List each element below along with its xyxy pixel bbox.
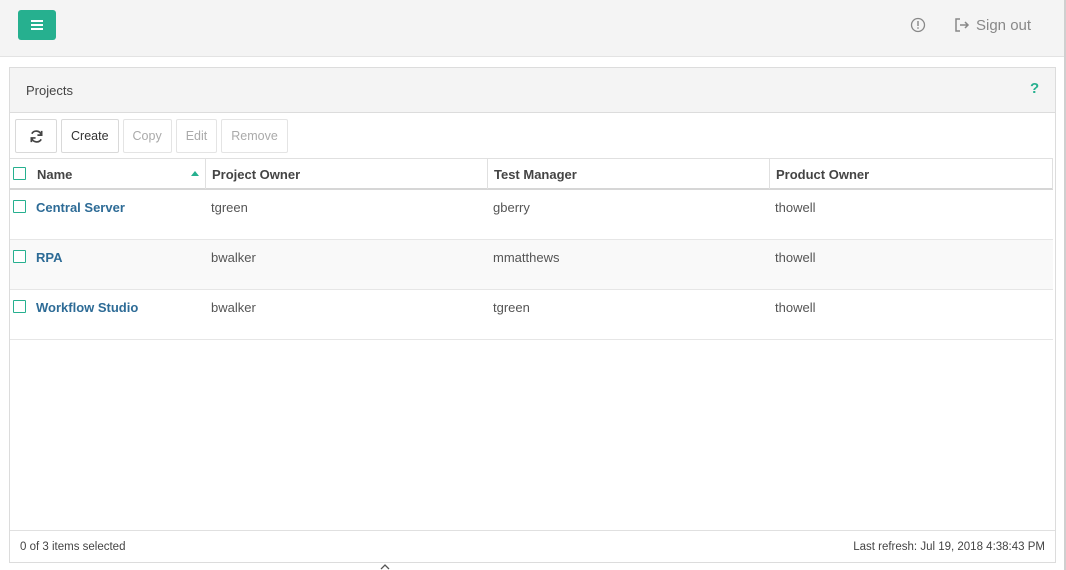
table-row[interactable]: Central Server tgreen gberry thowell (10, 190, 1053, 240)
column-header-name[interactable]: Name (31, 159, 206, 189)
sign-out-icon (955, 18, 970, 32)
test-manager-cell: gberry (493, 200, 530, 215)
test-manager-cell: tgreen (493, 300, 530, 315)
project-owner-cell: bwalker (211, 250, 256, 265)
project-name-link[interactable]: Central Server (36, 200, 125, 215)
project-name-link[interactable]: RPA (36, 250, 62, 265)
row-checkbox[interactable] (13, 300, 26, 313)
column-header-product-owner[interactable]: Product Owner (770, 159, 1053, 189)
column-label: Project Owner (212, 166, 301, 182)
panel-header: Projects ? (10, 68, 1055, 113)
copy-button[interactable]: Copy (122, 119, 172, 153)
row-checkbox[interactable] (13, 250, 26, 263)
projects-table: Name Project Owner Test Manager Product … (10, 158, 1053, 340)
toolbar: Create Copy Edit Remove (15, 119, 288, 153)
top-bar: Sign out (0, 0, 1066, 57)
panel-title: Projects (26, 83, 73, 98)
table-row[interactable]: RPA bwalker mmatthews thowell (10, 240, 1053, 290)
last-refresh-timestamp: Last refresh: Jul 19, 2018 4:38:43 PM (853, 541, 1045, 553)
project-owner-cell: tgreen (211, 200, 248, 215)
row-checkbox[interactable] (13, 200, 26, 213)
refresh-icon (30, 129, 42, 143)
select-all-checkbox[interactable] (13, 167, 26, 180)
sort-ascending-icon (191, 171, 199, 176)
column-label: Test Manager (494, 166, 577, 182)
selection-count: 0 of 3 items selected (20, 541, 126, 553)
hamburger-icon (31, 20, 43, 30)
refresh-button[interactable] (15, 119, 57, 153)
table-row[interactable]: Workflow Studio bwalker tgreen thowell (10, 290, 1053, 340)
info-circle-icon[interactable] (910, 17, 926, 33)
column-label: Name (37, 166, 73, 182)
column-label: Product Owner (776, 166, 870, 182)
sign-out-button[interactable]: Sign out (954, 15, 1031, 35)
table-header: Name Project Owner Test Manager Product … (10, 158, 1053, 190)
remove-button[interactable]: Remove (221, 119, 288, 153)
panel-footer: 0 of 3 items selected Last refresh: Jul … (10, 530, 1055, 562)
column-header-project-owner[interactable]: Project Owner (206, 159, 488, 189)
product-owner-cell: thowell (775, 200, 816, 215)
project-name-link[interactable]: Workflow Studio (36, 300, 138, 315)
help-icon[interactable]: ? (1030, 80, 1039, 97)
product-owner-cell: thowell (775, 250, 816, 265)
column-header-test-manager[interactable]: Test Manager (488, 159, 770, 189)
chevron-up-icon[interactable] (380, 563, 390, 570)
test-manager-cell: mmatthews (493, 250, 560, 265)
project-owner-cell: bwalker (211, 300, 256, 315)
menu-button[interactable] (18, 10, 56, 40)
sign-out-label: Sign out (976, 16, 1032, 34)
projects-panel: Projects ? Create Copy Edit Remove Name … (9, 67, 1056, 563)
product-owner-cell: thowell (775, 300, 816, 315)
edit-button[interactable]: Edit (175, 119, 218, 153)
create-button[interactable]: Create (61, 119, 119, 153)
